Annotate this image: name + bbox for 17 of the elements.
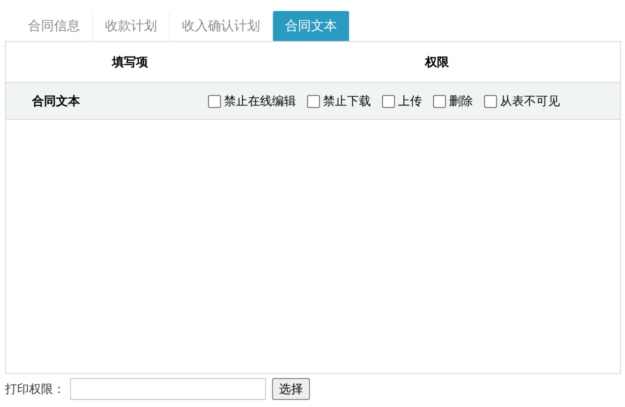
checkbox[interactable] [484, 94, 497, 108]
checkbox-label: 禁止下载 [323, 92, 371, 110]
tab[interactable]: 合同文本 [273, 11, 350, 41]
checkbox[interactable] [208, 94, 221, 108]
input-field[interactable] [70, 378, 266, 400]
column-header: 填写项 [110, 54, 149, 70]
field-label: 合同文本 [32, 92, 80, 110]
checkbox-label: 删除 [449, 92, 473, 110]
checkbox[interactable] [307, 94, 320, 108]
checkbox-label: 上传 [398, 92, 422, 110]
checkbox-label: 禁止在线编辑 [224, 92, 296, 110]
checkbox[interactable] [433, 94, 446, 108]
select-button[interactable]: 选择 [272, 378, 310, 400]
field-label: 打印权限： [5, 380, 66, 398]
checkbox-label: 从表不可见 [500, 92, 560, 110]
column-header: 权限 [424, 54, 450, 70]
checkbox[interactable] [382, 94, 395, 108]
